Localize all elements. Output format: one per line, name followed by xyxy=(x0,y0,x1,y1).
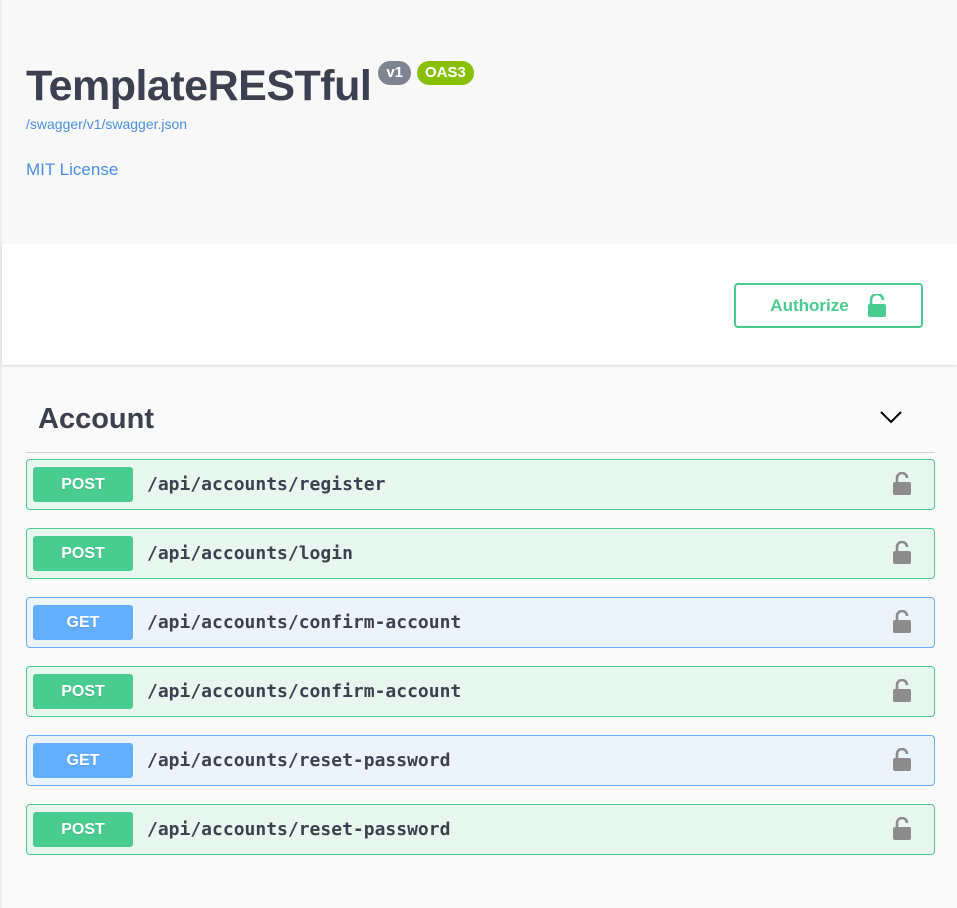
unlocked-padlock-icon[interactable] xyxy=(892,472,912,496)
scheme-container: Authorize xyxy=(2,244,957,365)
operation-path: /api/accounts/register xyxy=(147,474,386,495)
operation-path: /api/accounts/confirm-account xyxy=(147,612,462,633)
spec-url-link[interactable]: /swagger/v1/swagger.json xyxy=(26,116,957,132)
authorize-label: Authorize xyxy=(770,295,849,315)
operation-row-post[interactable]: POST /api/accounts/register xyxy=(26,459,935,510)
title-row: TemplateRESTful v1 OAS3 xyxy=(26,60,957,112)
operation-path: /api/accounts/confirm-account xyxy=(147,681,462,702)
version-badge: v1 xyxy=(378,61,411,85)
operation-path: /api/accounts/reset-password xyxy=(147,750,451,771)
method-badge: POST xyxy=(33,467,133,502)
license-link[interactable]: MIT License xyxy=(26,160,957,180)
operations-list: POST /api/accounts/register POST /api/ac… xyxy=(26,459,935,855)
unlocked-padlock-icon[interactable] xyxy=(892,817,912,841)
oas-badge: OAS3 xyxy=(417,61,474,85)
operation-row-post[interactable]: POST /api/accounts/confirm-account xyxy=(26,666,935,717)
unlocked-padlock-icon[interactable] xyxy=(892,610,912,634)
tag-name: Account xyxy=(38,403,154,435)
operation-row-post[interactable]: POST /api/accounts/login xyxy=(26,528,935,579)
operation-path: /api/accounts/login xyxy=(147,543,353,564)
swagger-page: TemplateRESTful v1 OAS3 /swagger/v1/swag… xyxy=(0,0,957,908)
api-title: TemplateRESTful xyxy=(26,62,372,110)
api-info: TemplateRESTful v1 OAS3 /swagger/v1/swag… xyxy=(2,0,957,244)
tag-section-account: Account POST /api/accounts/register POST… xyxy=(2,365,957,855)
method-badge: POST xyxy=(33,536,133,571)
unlocked-padlock-icon xyxy=(867,293,886,317)
authorize-button[interactable]: Authorize xyxy=(734,283,923,328)
method-badge: POST xyxy=(33,812,133,847)
unlocked-padlock-icon[interactable] xyxy=(892,748,912,772)
unlocked-padlock-icon[interactable] xyxy=(892,541,912,565)
operation-path: /api/accounts/reset-password xyxy=(147,819,451,840)
unlocked-padlock-icon[interactable] xyxy=(892,679,912,703)
method-badge: GET xyxy=(33,743,133,778)
operation-row-post[interactable]: POST /api/accounts/reset-password xyxy=(26,804,935,855)
method-badge: GET xyxy=(33,605,133,640)
method-badge: POST xyxy=(33,674,133,709)
operation-row-get[interactable]: GET /api/accounts/confirm-account xyxy=(26,597,935,648)
tag-header[interactable]: Account xyxy=(26,365,935,453)
chevron-down-icon[interactable] xyxy=(879,409,903,425)
operation-row-get[interactable]: GET /api/accounts/reset-password xyxy=(26,735,935,786)
